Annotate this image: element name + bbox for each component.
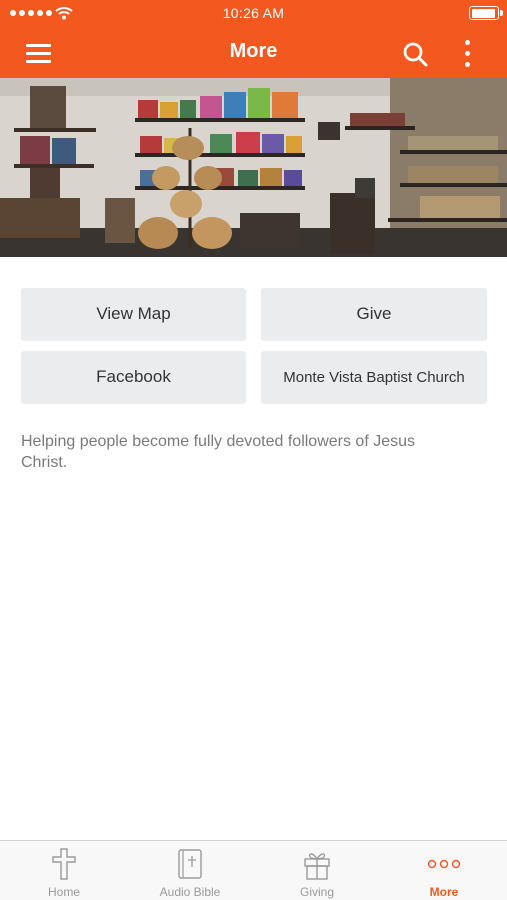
tab-more[interactable]: More [381, 841, 507, 900]
give-button[interactable]: Give [261, 288, 487, 340]
bible-icon [178, 849, 202, 879]
tab-label-audio-bible: Audio Bible [159, 885, 221, 899]
nav-bar: More [0, 28, 507, 78]
gift-icon [304, 853, 330, 880]
tab-label-more: More [429, 885, 459, 899]
battery-icon [469, 6, 503, 20]
tab-bar: Home Audio Bible Giving More [0, 840, 507, 900]
banner-image [0, 78, 507, 257]
tab-home[interactable]: Home [1, 841, 127, 900]
more-dots-icon [427, 859, 461, 869]
church-website-button[interactable]: Monte Vista Baptist Church [261, 351, 487, 403]
status-time: 10:26 AM [222, 5, 285, 21]
page-title: More [229, 40, 278, 62]
tab-giving[interactable]: Giving [254, 841, 380, 900]
mission-statement: Helping people become fully devoted foll… [21, 433, 416, 471]
view-map-button[interactable]: View Map [21, 288, 246, 340]
tab-label-giving: Giving [299, 885, 334, 899]
search-icon[interactable] [401, 40, 429, 68]
facebook-button[interactable]: Facebook [21, 351, 246, 403]
store-shelves-photo [0, 78, 507, 257]
overflow-menu-icon[interactable] [456, 39, 480, 69]
tab-audio-bible[interactable]: Audio Bible [127, 841, 253, 900]
cross-icon [52, 848, 76, 880]
tab-label-home: Home [47, 885, 80, 899]
status-bar: 10:26 AM [0, 0, 507, 28]
